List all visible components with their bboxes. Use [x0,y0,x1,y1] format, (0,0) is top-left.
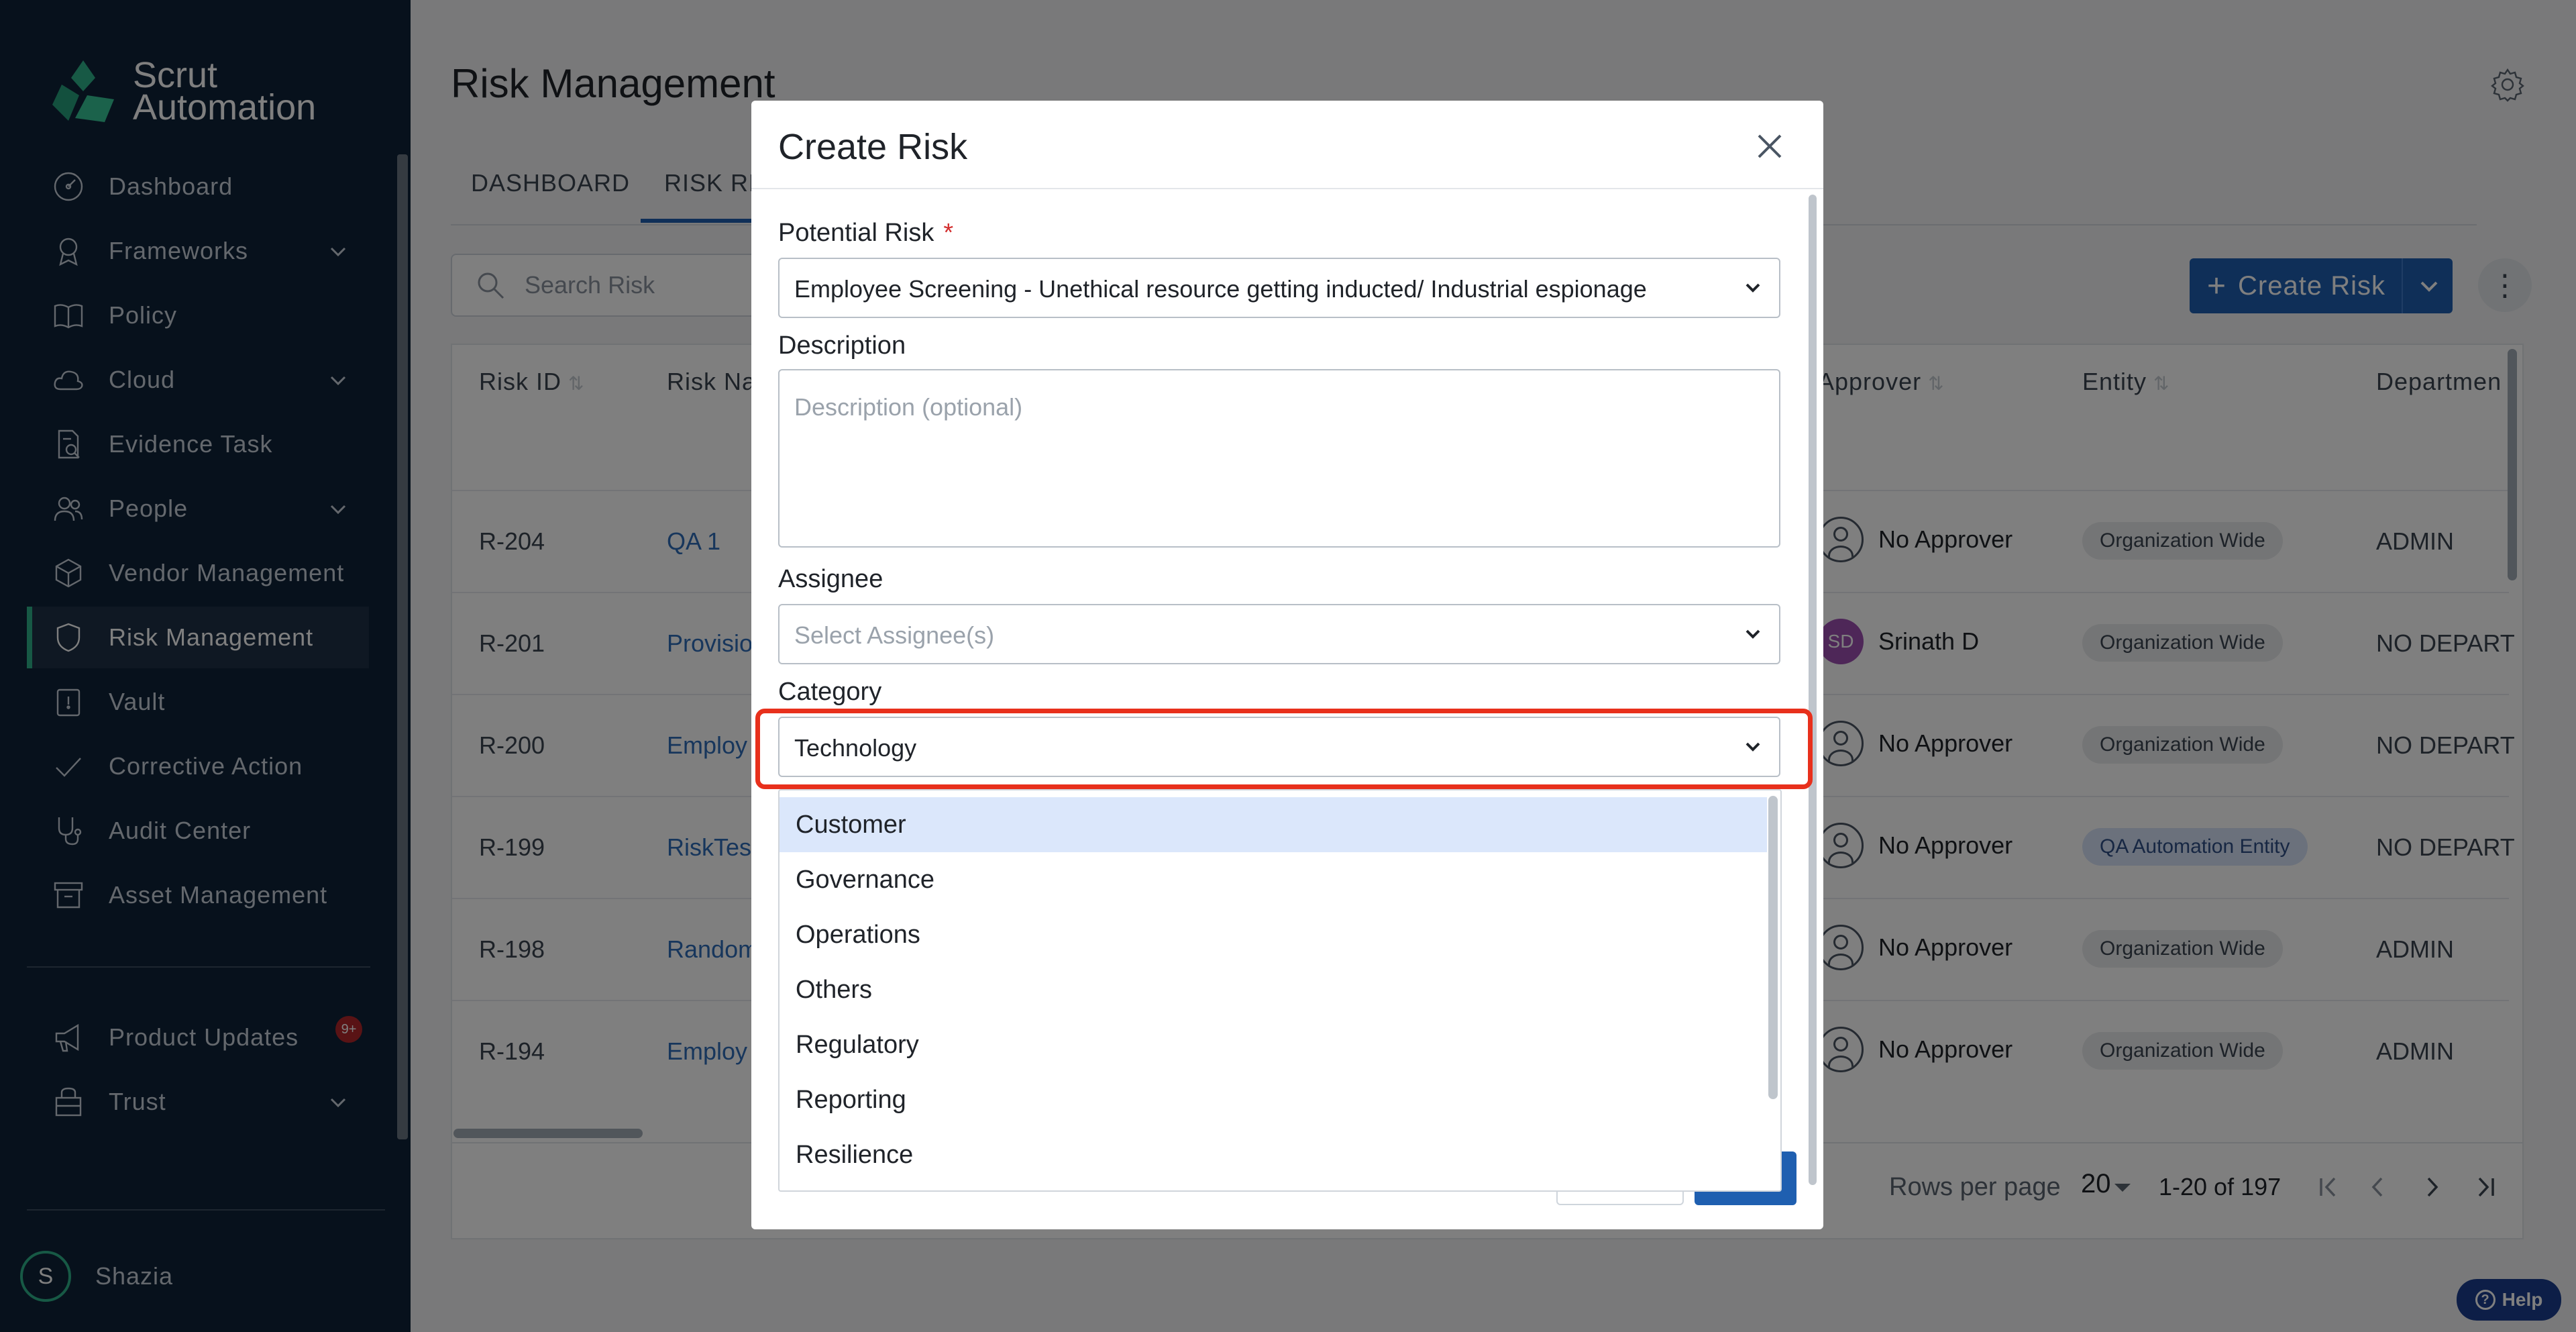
required-mark: * [943,219,954,247]
modal-title: Create Risk [778,127,968,167]
description-field[interactable]: Description (optional) [778,369,1780,548]
category-highlight-outline [755,709,1813,789]
chevron-down-icon [1741,623,1764,646]
close-icon[interactable] [1751,127,1788,165]
category-option-governance[interactable]: Governance [780,852,1767,907]
assignee-label: Assignee [778,565,883,593]
category-option-reporting[interactable]: Reporting [780,1072,1767,1127]
potential-risk-value: Employee Screening - Unethical resource … [794,275,1647,303]
category-label: Category [778,678,882,706]
modal-scrollbar[interactable] [1809,195,1817,1185]
category-option-operations[interactable]: Operations [780,907,1767,962]
dropdown-scrollbar[interactable] [1768,796,1778,1099]
assignee-select[interactable]: Select Assignee(s) [778,604,1780,664]
assignee-placeholder: Select Assignee(s) [794,621,995,649]
category-option-customer[interactable]: Customer [780,797,1767,852]
category-option-resilience[interactable]: Resilience [780,1127,1767,1182]
category-dropdown-list: Customer Governance Operations Others Regula… [778,789,1782,1192]
category-option-regulatory[interactable]: Regulatory [780,1017,1767,1072]
potential-risk-select[interactable]: Employee Screening - Unethical resource … [778,258,1780,318]
category-option-others[interactable]: Others [780,962,1767,1017]
description-placeholder: Description (optional) [794,393,1023,421]
chevron-down-icon [1741,276,1764,299]
potential-risk-label: Potential Risk * [778,219,954,247]
description-label: Description [778,331,906,360]
